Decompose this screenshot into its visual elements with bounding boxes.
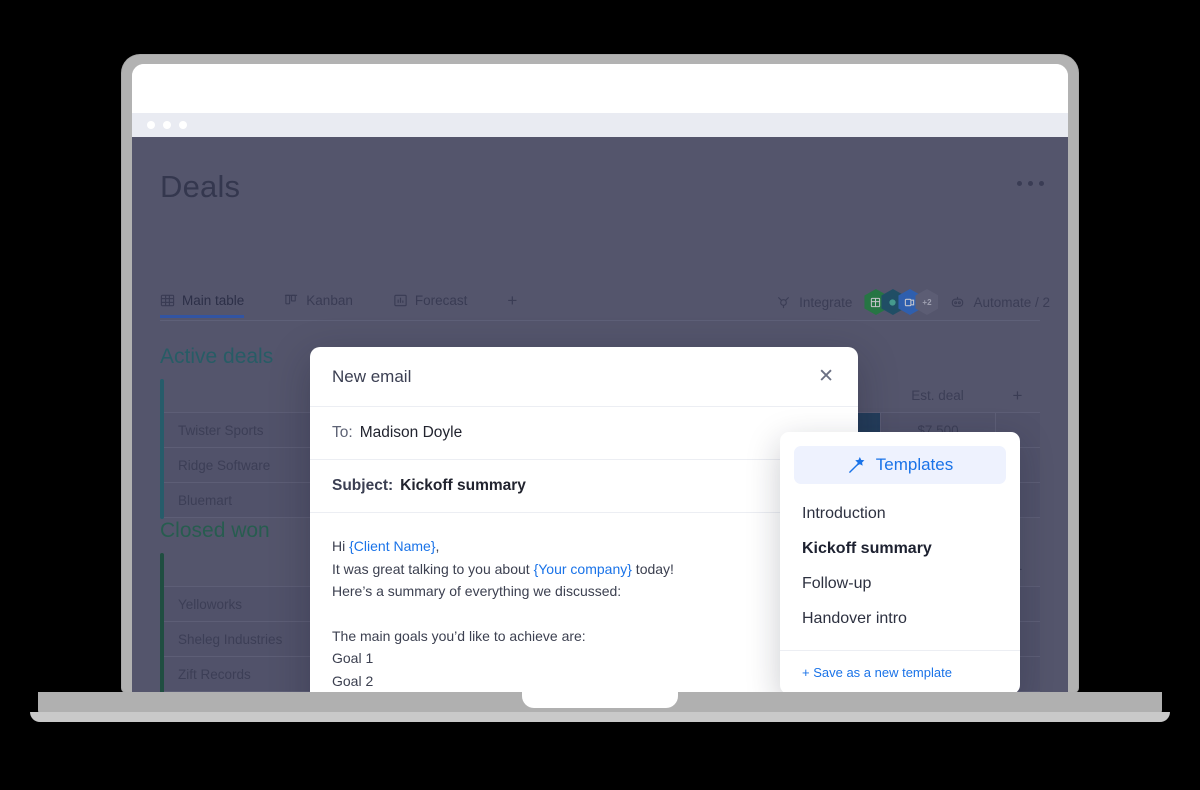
- tab-kanban[interactable]: Kanban: [284, 293, 353, 317]
- to-label: To:: [332, 424, 353, 441]
- tab-label: Main table: [182, 292, 245, 308]
- add-column-button[interactable]: +: [995, 379, 1040, 412]
- grid-icon: [160, 293, 175, 308]
- group-accent-bar: [160, 379, 164, 519]
- modal-title: New email: [332, 366, 412, 386]
- save-new-template-link[interactable]: + Save as a new template: [780, 650, 1020, 692]
- tab-main-table[interactable]: Main table: [160, 292, 245, 318]
- robot-icon: [950, 295, 965, 310]
- subject-label: Subject:: [332, 477, 394, 494]
- integrate-plug-icon: [776, 295, 791, 310]
- integration-app-icons[interactable]: +2: [864, 289, 939, 315]
- app-icons-overflow[interactable]: +2: [915, 289, 939, 315]
- bar-chart-icon: [393, 293, 408, 308]
- deals-app: Deals Main table Kanban Forecast + Integ…: [132, 137, 1068, 692]
- body-line: Hi {Client Name},: [332, 535, 836, 558]
- tab-add-view[interactable]: +: [507, 292, 517, 318]
- tab-label: Forecast: [414, 292, 468, 308]
- col-est-deal: Est. deal: [911, 388, 964, 403]
- templates-list: Introduction Kickoff summary Follow-up H…: [780, 488, 1020, 650]
- kebab-dot: [1017, 181, 1022, 186]
- subject-value: Kickoff summary: [400, 477, 526, 494]
- templates-header: Templates: [780, 432, 1020, 488]
- body-text-part: ,: [435, 538, 440, 554]
- integrate-label: Integrate: [799, 294, 853, 310]
- modal-header: New email ✕: [310, 347, 858, 407]
- template-item-follow-up[interactable]: Follow-up: [780, 566, 1020, 601]
- template-item-introduction[interactable]: Introduction: [780, 496, 1020, 531]
- merge-token-client-name: {Client Name}: [349, 538, 436, 554]
- merge-token-your-company: {Your company}: [533, 560, 632, 577]
- email-body[interactable]: Hi {Client Name}, It was great talking t…: [310, 513, 858, 692]
- board-toolbar: Integrate +2 Automate / 2: [776, 289, 1050, 315]
- integrate-button[interactable]: Integrate: [776, 295, 852, 310]
- body-line: It was great talking to you about {Your …: [332, 558, 836, 581]
- more-options-button[interactable]: [1017, 181, 1044, 186]
- laptop-base-notch: [522, 692, 678, 708]
- new-email-modal: New email ✕ To: Madison Doyle Subject: K…: [310, 347, 858, 692]
- template-item-handover-intro[interactable]: Handover intro: [780, 601, 1020, 636]
- body-line: The main goals you’d like to achieve are…: [332, 627, 586, 644]
- templates-button[interactable]: Templates: [794, 446, 1006, 484]
- automate-button[interactable]: Automate / 2: [950, 295, 1050, 310]
- window-dot-minimize[interactable]: [163, 121, 171, 129]
- group-accent-bar: [160, 553, 164, 692]
- window-dot-close[interactable]: [147, 121, 155, 129]
- window-dot-maximize[interactable]: [179, 121, 187, 129]
- kebab-dot: [1039, 181, 1044, 186]
- laptop-base-lip: [30, 712, 1170, 722]
- to-field[interactable]: To: Madison Doyle: [310, 407, 858, 460]
- subject-field[interactable]: Subject: Kickoff summary: [310, 460, 858, 513]
- body-text-part: Hi: [332, 538, 350, 554]
- tab-forecast[interactable]: Forecast: [393, 292, 468, 317]
- templates-label: Templates: [875, 455, 954, 474]
- body-line: Goal 1: [332, 650, 374, 666]
- kebab-dot: [1028, 181, 1033, 186]
- browser-chrome-top: [132, 64, 1068, 113]
- body-line: Here’s a summary of everything we discus…: [332, 583, 622, 599]
- magic-wand-icon: [847, 456, 866, 475]
- tab-label: Kanban: [306, 292, 353, 308]
- body-line: Goal 2: [332, 672, 374, 689]
- templates-popup: Templates Introduction Kickoff summary F…: [780, 432, 1020, 692]
- page-title: Deals: [160, 169, 241, 204]
- body-text-part: It was great talking to you about: [332, 560, 534, 577]
- automate-label: Automate / 2: [973, 294, 1050, 310]
- template-item-kickoff-summary[interactable]: Kickoff summary: [780, 531, 1020, 566]
- laptop-mockup: Deals Main table Kanban Forecast + Integ…: [0, 0, 1200, 790]
- plus-icon: +: [507, 290, 518, 310]
- close-icon[interactable]: ✕: [814, 363, 838, 390]
- browser-window-controls[interactable]: [132, 113, 1068, 137]
- laptop-screen: Deals Main table Kanban Forecast + Integ…: [132, 64, 1068, 692]
- kanban-icon: [284, 293, 299, 308]
- body-text-part: today!: [631, 560, 674, 577]
- to-value: Madison Doyle: [359, 424, 463, 441]
